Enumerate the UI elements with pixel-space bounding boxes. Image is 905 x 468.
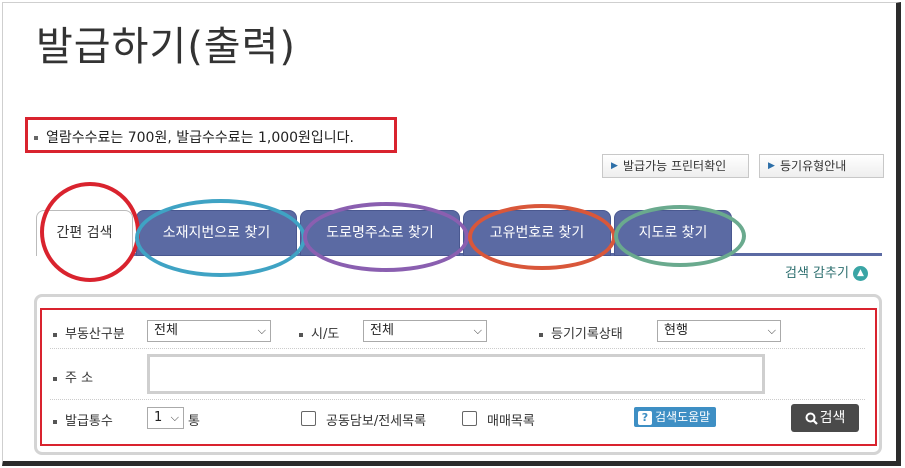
- fee-notice: 열람수수료는 700원, 발급수수료는 1,000원입니다.: [34, 127, 354, 147]
- question-icon: ?: [638, 410, 652, 425]
- tab-label: 지도로 찾기: [638, 225, 708, 241]
- copies-select[interactable]: 1 ⌵: [147, 407, 184, 429]
- tab-map-search[interactable]: 지도로 찾기: [614, 210, 732, 256]
- chevron-down-icon: ⌵: [473, 324, 482, 337]
- tab-lot-number-search[interactable]: 소재지번으로 찾기: [136, 210, 297, 256]
- row-divider: [50, 399, 865, 400]
- triangle-right-icon: ▶: [611, 161, 618, 171]
- tab-simple-search[interactable]: 간편 검색: [36, 210, 133, 256]
- search-help-label: 검색도움말: [655, 410, 711, 424]
- copies-label: 발급통수: [53, 410, 113, 429]
- tab-unique-number-search[interactable]: 고유번호로 찾기: [463, 210, 611, 256]
- registry-type-guide-label: 등기유형안내: [780, 159, 847, 173]
- region-select[interactable]: 전체 ⌵: [363, 320, 487, 342]
- copies-unit: 통: [188, 414, 200, 429]
- triangle-right-icon: ▶: [768, 161, 775, 171]
- hide-search-toggle[interactable]: 검색 감추기 ▲: [785, 262, 868, 281]
- sale-list-label: 매매목록: [487, 414, 535, 429]
- tab-label: 고유번호로 찾기: [489, 225, 585, 241]
- search-button[interactable]: 검색: [791, 404, 859, 432]
- registry-type-guide-button[interactable]: ▶ 등기유형안내: [759, 154, 884, 178]
- chevron-down-icon: ⌵: [257, 324, 266, 337]
- page-title: 발급하기(출력): [36, 24, 297, 70]
- sale-list-checkbox[interactable]: [462, 411, 477, 426]
- property-type-label: 부동산구분: [53, 323, 125, 342]
- tab-road-address-search[interactable]: 도로명주소로 찾기: [300, 210, 460, 256]
- chevron-down-icon: ⌵: [170, 411, 179, 424]
- tab-label: 소재지번으로 찾기: [162, 225, 271, 241]
- record-status-select[interactable]: 현행 ⌵: [657, 320, 781, 342]
- joint-collateral-checkbox[interactable]: [301, 411, 316, 426]
- tab-label: 도로명주소로 찾기: [326, 225, 434, 241]
- record-status-value: 현행: [664, 323, 688, 338]
- address-input[interactable]: [147, 354, 765, 394]
- chevron-up-icon: ▲: [852, 266, 868, 281]
- printer-check-button[interactable]: ▶ 발급가능 프린터확인: [602, 154, 749, 178]
- property-type-value: 전체: [154, 323, 178, 338]
- search-button-label: 검색: [819, 410, 846, 426]
- record-status-label: 등기기록상태: [539, 323, 623, 342]
- row-divider: [50, 348, 865, 349]
- address-label: 주 소: [53, 367, 93, 386]
- region-value: 전체: [370, 323, 394, 338]
- hide-search-label: 검색 감추기: [785, 266, 849, 281]
- search-icon: [805, 412, 818, 425]
- tab-label: 간편 검색: [56, 225, 113, 241]
- search-help-button[interactable]: ? 검색도움말: [634, 407, 717, 427]
- property-type-select[interactable]: 전체 ⌵: [147, 320, 271, 342]
- copies-value: 1: [154, 410, 163, 425]
- joint-collateral-label: 공동담보/전세목록: [326, 414, 427, 429]
- region-label: 시/도: [299, 323, 339, 342]
- chevron-down-icon: ⌵: [767, 324, 776, 337]
- printer-check-label: 발급가능 프린터확인: [623, 159, 727, 173]
